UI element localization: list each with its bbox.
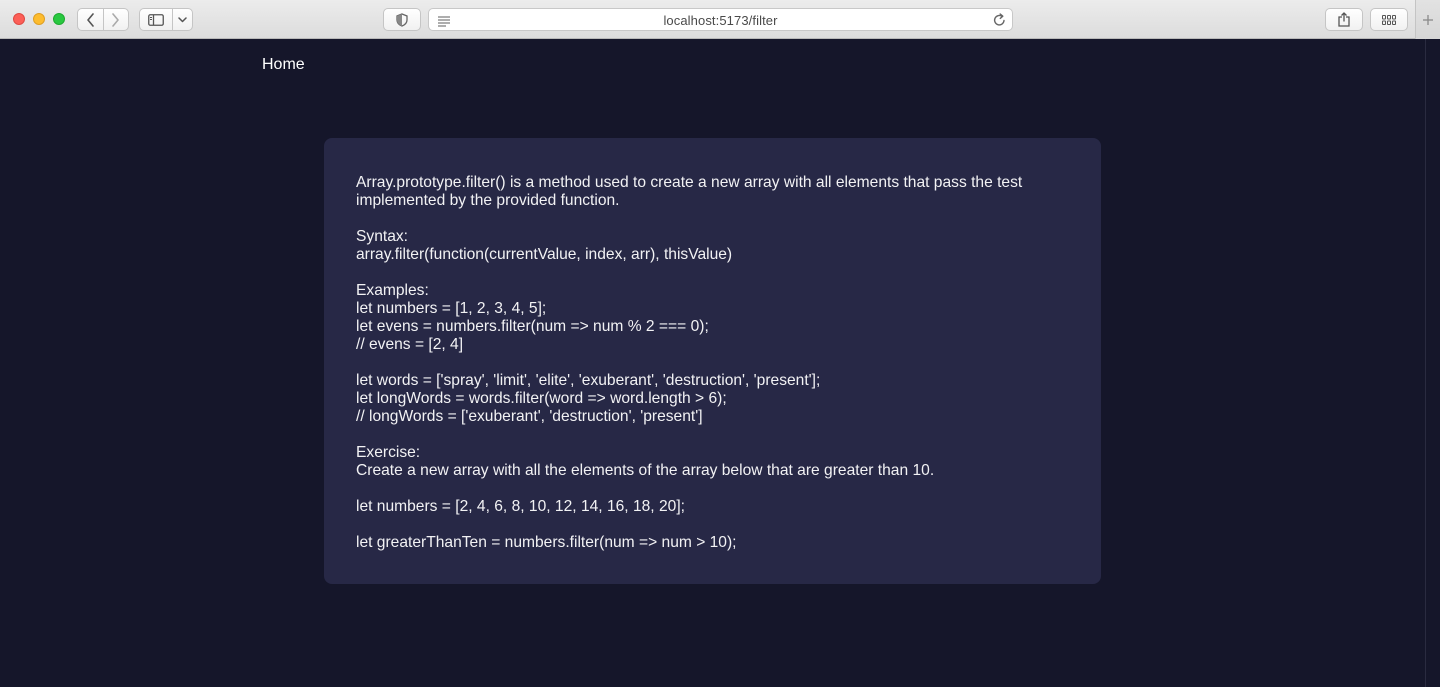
chevron-down-icon (178, 16, 187, 22)
sidebar-dropdown-button[interactable] (173, 9, 192, 30)
scrollbar-track[interactable] (1426, 39, 1440, 687)
minimize-window-button[interactable] (33, 13, 45, 25)
chevron-left-icon (87, 12, 94, 27)
address-bar[interactable]: localhost:5173/filter (428, 8, 1013, 31)
grid-icon (1382, 14, 1396, 25)
home-link[interactable]: Home (262, 56, 305, 74)
syntax-code: array.filter(function(currentValue, inde… (356, 246, 733, 263)
example-line: let words = ['spray', 'limit', 'elite', … (356, 372, 821, 389)
examples-heading: Examples: (356, 282, 429, 299)
maximize-window-button[interactable] (53, 13, 65, 25)
example-line: // evens = [2, 4] (356, 336, 464, 353)
forward-button[interactable] (102, 9, 128, 30)
page-viewport: Home Array.prototype.filter() is a metho… (0, 39, 1440, 687)
example-line: let longWords = words.filter(word => wor… (356, 390, 727, 407)
url-text: localhost:5173/filter (663, 13, 778, 28)
sidebar-icon (148, 13, 165, 26)
example-line: let evens = numbers.filter(num => num % … (356, 318, 709, 335)
shield-icon (396, 12, 408, 27)
example-line: // longWords = ['exuberant', 'destructio… (356, 408, 703, 425)
sidebar-button[interactable] (140, 9, 174, 30)
example-line: let numbers = [1, 2, 3, 4, 5]; (356, 300, 547, 317)
sidebar-toggle-group (139, 8, 193, 31)
privacy-report-button[interactable] (383, 8, 421, 31)
browser-toolbar: localhost:5173/filter (0, 0, 1440, 39)
tab-overview-button[interactable] (1370, 8, 1408, 31)
back-button[interactable] (78, 9, 103, 30)
close-window-button[interactable] (13, 13, 25, 25)
scrollbar-divider (1425, 39, 1426, 687)
share-icon (1338, 12, 1350, 27)
plus-icon (1423, 14, 1433, 25)
intro-text: Array.prototype.filter() is a method use… (356, 174, 1023, 209)
share-button[interactable] (1325, 8, 1363, 31)
filter-explanation-card: Array.prototype.filter() is a method use… (324, 138, 1101, 584)
new-tab-button[interactable] (1415, 0, 1440, 39)
exercise-text: Create a new array with all the elements… (356, 462, 935, 479)
reload-icon[interactable] (993, 13, 1006, 32)
chevron-right-icon (112, 12, 120, 27)
exercise-answer: let greaterThanTen = numbers.filter(num … (356, 534, 737, 551)
exercise-heading: Exercise: (356, 444, 421, 461)
syntax-heading: Syntax: (356, 228, 409, 245)
history-nav-group (77, 8, 129, 31)
exercise-array: let numbers = [2, 4, 6, 8, 10, 12, 14, 1… (356, 498, 685, 515)
